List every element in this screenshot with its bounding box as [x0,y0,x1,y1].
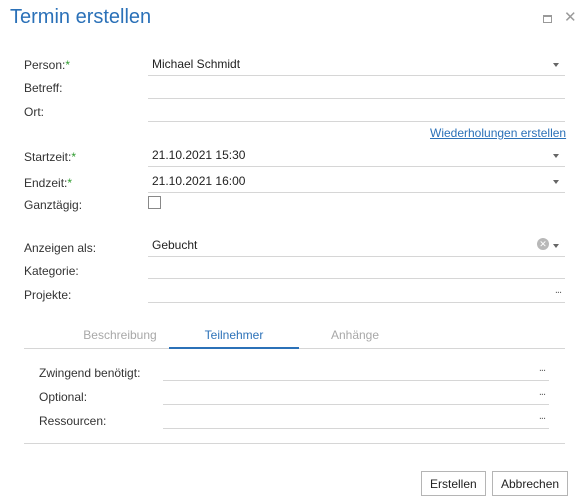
start-value: 21.10.2021 15:30 [152,148,246,162]
required-attendees-ellipsis-button[interactable]: ... [539,362,546,374]
chevron-down-icon [553,244,559,248]
projects-label: Projekte: [24,288,72,302]
dialog-title: Termin erstellen [10,6,152,28]
start-label: Startzeit:* [24,150,77,164]
person-value: Michael Schmidt [152,57,241,71]
optional-attendees-label: Optional: [39,390,88,404]
create-repetitions-link[interactable]: Wiederholungen erstellen [430,126,566,140]
close-button[interactable]: ✕ [564,8,577,26]
category-label: Kategorie: [24,264,79,278]
allday-label: Ganztägig: [24,198,83,212]
show-as-label: Anzeigen als: [24,241,97,255]
cancel-button[interactable]: Abbrechen [492,471,569,496]
required-attendees-label: Zwingend benötigt: [39,366,141,380]
person-label: Person:* [24,58,71,72]
person-select[interactable]: Michael Schmidt [148,55,565,76]
projects-input[interactable]: ... [148,282,565,303]
ort-label: Ort: [24,105,44,119]
tab-attachments[interactable]: Anhänge [290,328,420,342]
tab-bar: Beschreibung Teilnehmer Anhänge [24,323,565,349]
betreff-label: Betreff: [24,81,63,95]
optional-attendees-input[interactable]: ... [163,386,549,405]
maximize-button[interactable] [543,11,552,26]
end-datetime-select[interactable]: 21.10.2021 16:00 [148,172,565,193]
start-datetime-select[interactable]: 21.10.2021 15:30 [148,146,565,167]
resources-label: Ressourcen: [39,414,107,428]
resources-ellipsis-button[interactable]: ... [539,410,546,422]
allday-checkbox[interactable] [148,196,161,209]
create-button[interactable]: Erstellen [421,471,486,496]
end-label: Endzeit:* [24,176,73,190]
optional-attendees-ellipsis-button[interactable]: ... [539,386,546,398]
resources-input[interactable]: ... [163,410,549,429]
chevron-down-icon [553,154,559,158]
ort-input[interactable] [148,101,565,122]
tab-participants[interactable]: Teilnehmer [169,328,299,349]
show-as-value: Gebucht [152,238,198,252]
required-attendees-input[interactable]: ... [163,362,549,381]
maximize-icon [543,15,552,23]
show-as-select[interactable]: Gebucht ✕ [148,236,565,257]
close-icon: ✕ [564,9,577,26]
panel-divider [24,443,565,444]
end-value: 21.10.2021 16:00 [152,174,246,188]
chevron-down-icon [553,63,559,67]
chevron-down-icon [553,180,559,184]
betreff-input[interactable] [148,78,565,99]
clear-icon[interactable]: ✕ [537,238,549,250]
tab-description[interactable]: Beschreibung [55,328,185,342]
category-input[interactable] [148,258,565,279]
projects-ellipsis-button[interactable]: ... [555,284,562,296]
